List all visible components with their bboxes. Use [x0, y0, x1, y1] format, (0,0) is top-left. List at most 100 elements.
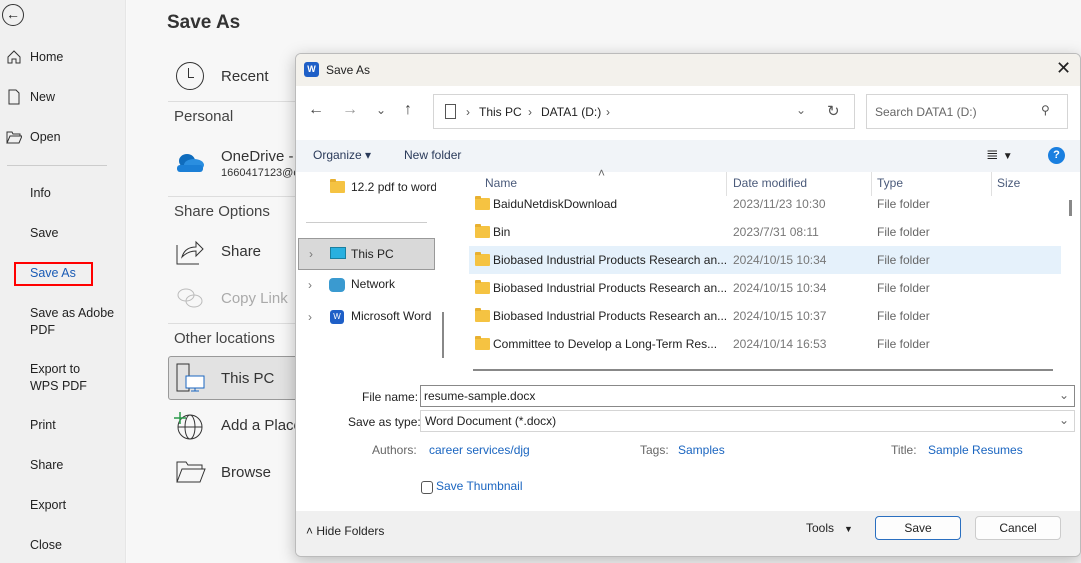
- file-date: 2024/10/15 10:34: [733, 281, 827, 295]
- folder-icon: [475, 280, 490, 294]
- tree-item-network[interactable]: Network: [351, 277, 395, 291]
- dialog-toolbar: Organize ▾ New folder ≣ ▼ ?: [296, 140, 1080, 172]
- file-list-scrollbar[interactable]: [1069, 200, 1072, 216]
- address-bar[interactable]: › This PC › DATA1 (D:) › ⌄ ↻: [433, 94, 855, 129]
- file-row[interactable]: BaiduNetdiskDownload 2023/11/23 10:30 File…: [469, 190, 1061, 218]
- file-row[interactable]: Biobased Industrial Products Research an…: [469, 302, 1061, 330]
- title-field[interactable]: Sample Resumes: [928, 443, 1023, 457]
- close-icon[interactable]: ✕: [1056, 58, 1071, 79]
- nav-divider: [7, 165, 107, 166]
- new-folder-button[interactable]: New folder: [404, 148, 461, 162]
- file-date: 2024/10/15 10:37: [733, 309, 827, 323]
- column-type[interactable]: Type: [877, 176, 903, 190]
- location-recent[interactable]: Recent: [221, 68, 269, 85]
- nav-home[interactable]: Home: [30, 49, 63, 66]
- monitor-icon: [330, 247, 346, 259]
- nav-open[interactable]: Open: [30, 129, 61, 146]
- file-type: File folder: [877, 309, 930, 323]
- tree-item-12-2-pdf-to-word[interactable]: 12.2 pdf to word: [351, 180, 436, 194]
- save-type-select[interactable]: Word Document (*.docx) ⌄: [420, 410, 1075, 432]
- file-name: Biobased Industrial Products Research an…: [493, 309, 728, 323]
- cancel-button[interactable]: Cancel: [975, 516, 1061, 540]
- column-size[interactable]: Size: [997, 176, 1020, 190]
- location-add-place[interactable]: Add a Place: [221, 417, 302, 434]
- new-document-icon: [8, 89, 20, 105]
- nav-print[interactable]: Print: [30, 417, 56, 434]
- help-icon[interactable]: ?: [1048, 147, 1065, 164]
- file-type: File folder: [877, 253, 930, 267]
- breadcrumb-this-pc[interactable]: This PC: [479, 105, 522, 119]
- file-date: 2024/10/14 16:53: [733, 337, 827, 351]
- location-onedrive[interactable]: OneDrive -: [221, 148, 294, 165]
- column-date-modified[interactable]: Date modified: [733, 176, 807, 190]
- horizontal-scrollbar[interactable]: [473, 369, 1053, 371]
- nav-info[interactable]: Info: [30, 185, 51, 202]
- tree-item-microsoft-word[interactable]: Microsoft Word: [351, 309, 431, 323]
- file-row[interactable]: Biobased Industrial Products Research an…: [469, 246, 1061, 274]
- authors-field[interactable]: career services/djg: [429, 443, 530, 457]
- save-thumbnail-label[interactable]: Save Thumbnail: [436, 479, 523, 493]
- home-icon: [7, 50, 21, 64]
- this-pc-icon: [176, 363, 205, 392]
- divider: [168, 323, 298, 324]
- address-dropdown-icon[interactable]: ⌄: [796, 103, 806, 117]
- back-button[interactable]: ←: [2, 4, 24, 26]
- file-type: File folder: [877, 281, 930, 295]
- file-type: File folder: [877, 225, 930, 239]
- file-row[interactable]: Bin 2023/7/31 08:11 File folder: [469, 218, 1061, 246]
- file-name: Biobased Industrial Products Research an…: [493, 253, 728, 267]
- file-name-input[interactable]: resume-sample.docx ⌄: [420, 385, 1075, 407]
- view-options-icon[interactable]: ≣ ▼: [986, 145, 1013, 163]
- hide-folders-button[interactable]: ˄ Hide Folders: [306, 524, 384, 538]
- location-share[interactable]: Share: [221, 243, 261, 260]
- nav-export[interactable]: Export: [30, 497, 66, 514]
- column-name[interactable]: Name: [485, 176, 517, 190]
- up-arrow-icon[interactable]: ↑: [404, 101, 412, 119]
- refresh-icon[interactable]: ↻: [827, 102, 840, 120]
- folder-icon: [475, 224, 490, 238]
- save-as-dialog: W Save As ✕ ← → ⌄ ↑ › This PC › DATA1 (D…: [295, 53, 1081, 557]
- divider: [168, 101, 298, 102]
- breadcrumb-data1[interactable]: DATA1 (D:): [541, 105, 601, 119]
- folder-icon: [475, 308, 490, 322]
- link-icon: [177, 288, 203, 308]
- file-row[interactable]: Committee to Develop a Long-Term Res... 2…: [469, 330, 1061, 358]
- backstage-nav: ← Home New Open Info Save Save As Save a…: [0, 0, 126, 563]
- folder-icon: [475, 252, 490, 266]
- nav-close[interactable]: Close: [30, 537, 62, 554]
- title-label: Title:: [891, 443, 917, 457]
- forward-arrow-icon[interactable]: →: [342, 101, 358, 119]
- nav-export-wps-pdf[interactable]: Export to WPS PDF: [30, 361, 110, 395]
- share-icon: [176, 240, 204, 265]
- file-type: File folder: [877, 337, 930, 351]
- word-icon: W: [330, 310, 344, 324]
- file-name: BaiduNetdiskDownload: [493, 197, 618, 211]
- authors-label: Authors:: [372, 443, 417, 457]
- folder-icon: [475, 196, 490, 210]
- tree-scrollbar[interactable]: [442, 312, 444, 358]
- back-arrow-icon[interactable]: ←: [308, 101, 324, 119]
- nav-save[interactable]: Save: [30, 225, 59, 242]
- nav-share[interactable]: Share: [30, 457, 63, 474]
- dialog-footer: ˄ Hide Folders Tools ▼ Save Cancel: [296, 511, 1080, 556]
- nav-save-as[interactable]: Save As: [30, 265, 76, 282]
- nav-save-adobe-pdf[interactable]: Save as Adobe PDF: [30, 305, 120, 339]
- file-row[interactable]: Biobased Industrial Products Research an…: [469, 274, 1061, 302]
- tags-field[interactable]: Samples: [678, 443, 725, 457]
- recent-locations-chevron-icon[interactable]: ⌄: [376, 103, 386, 117]
- organize-button[interactable]: Organize ▾: [313, 148, 371, 162]
- divider: [168, 196, 298, 197]
- section-personal: Personal: [174, 108, 234, 125]
- location-browse[interactable]: Browse: [221, 464, 271, 481]
- clock-icon: [176, 62, 204, 90]
- search-input[interactable]: Search DATA1 (D:) ⚲: [866, 94, 1068, 129]
- save-type-label: Save as type:: [348, 415, 421, 429]
- tools-button[interactable]: Tools ▼: [806, 521, 853, 535]
- save-button[interactable]: Save: [875, 516, 961, 540]
- chevron-down-icon: ⌄: [1059, 413, 1070, 427]
- file-name-label: File name:: [362, 390, 419, 404]
- nav-new[interactable]: New: [30, 89, 55, 106]
- tree-item-this-pc[interactable]: › This PC: [298, 238, 435, 270]
- save-thumbnail-checkbox[interactable]: [421, 481, 433, 494]
- onedrive-icon: [177, 154, 204, 172]
